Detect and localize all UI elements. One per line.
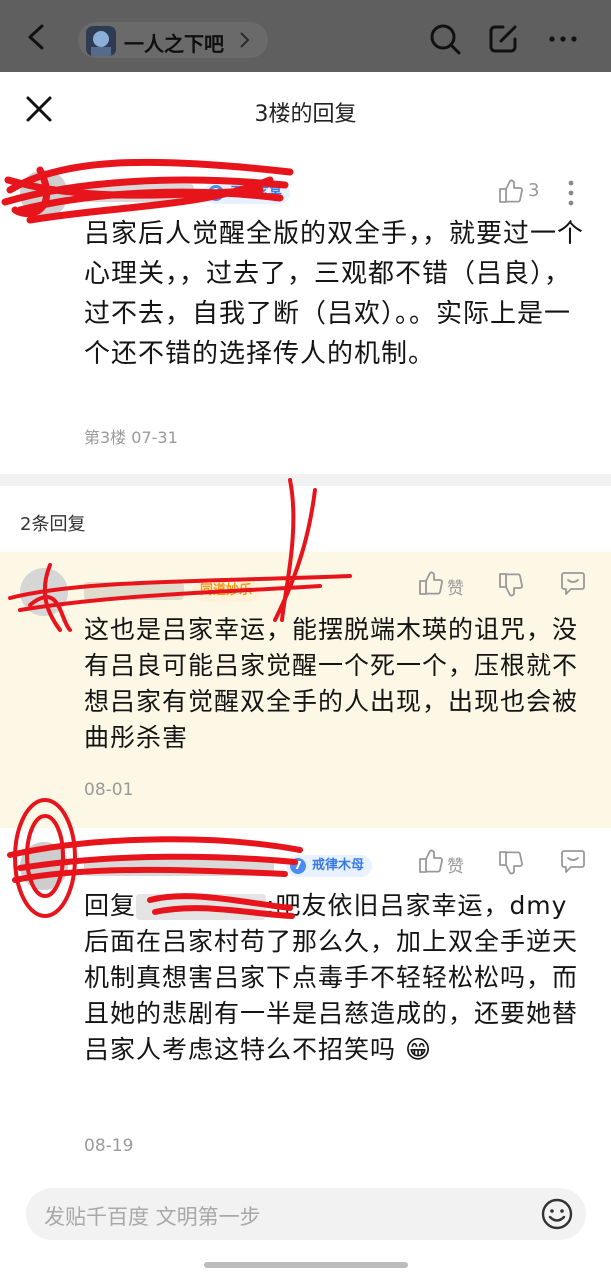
- back-icon[interactable]: [22, 22, 52, 52]
- sheet-title: 3楼的回复: [254, 102, 357, 127]
- forum-name[interactable]: 一人之下吧: [124, 28, 224, 57]
- reply-count: 2条回复: [20, 514, 86, 535]
- forum-avatar: [86, 26, 116, 56]
- thumbs-up-icon[interactable]: [418, 570, 444, 596]
- username[interactable]: [84, 184, 194, 202]
- section-divider: [0, 474, 611, 486]
- chevron-right-icon: [240, 32, 250, 48]
- username[interactable]: [84, 858, 274, 876]
- level-badge: 7 戒律木母: [286, 855, 373, 877]
- comment-icon[interactable]: [560, 848, 586, 874]
- more-vertical-icon[interactable]: [566, 178, 576, 208]
- thumbs-up-icon[interactable]: [418, 848, 444, 874]
- reply-content: 回复:吧友依旧吕家幸运，dmy后面在吕家村苟了那么久，加上双全手逆天机制真想害吕…: [84, 888, 589, 1068]
- username[interactable]: [84, 582, 184, 600]
- thumbs-up-icon[interactable]: [498, 178, 524, 204]
- home-indicator: [204, 1262, 408, 1268]
- avatar[interactable]: [20, 568, 68, 616]
- thumbs-down-icon[interactable]: [498, 850, 524, 876]
- reply-date: 08-01: [84, 780, 134, 800]
- post-meta: 第3楼 07-31: [84, 428, 178, 447]
- reply-date: 08-19: [84, 1136, 134, 1156]
- edit-icon[interactable]: [486, 22, 520, 56]
- reply-content: 这也是吕家幸运，能摆脱端木瑛的诅咒，没有吕良可能吕家觉醒一个死一个，压根就不想吕…: [84, 615, 579, 752]
- reply-prefix: 回复: [84, 891, 137, 920]
- avatar[interactable]: [20, 170, 68, 218]
- reply-input-placeholder[interactable]: 发贴千百度 文明第一步: [44, 1201, 261, 1231]
- emoji-icon[interactable]: [540, 1197, 574, 1231]
- like-label[interactable]: 赞: [447, 852, 464, 877]
- avatar[interactable]: [20, 842, 68, 890]
- search-icon[interactable]: [428, 22, 462, 56]
- level-badge: 9 五雷玄冥: [204, 182, 291, 204]
- mention-username[interactable]: [136, 894, 267, 920]
- like-count: 3: [528, 180, 540, 201]
- post-content: 吕家后人觉醒全版的双全手，，就要过一个心理关，，过去了，三观都不错（吕良），过不…: [84, 219, 585, 369]
- thumbs-down-icon[interactable]: [498, 572, 524, 598]
- level-badge: 同道妙乐: [192, 580, 261, 602]
- comment-icon[interactable]: [560, 570, 586, 596]
- more-icon[interactable]: [546, 22, 580, 56]
- like-label[interactable]: 赞: [447, 574, 464, 599]
